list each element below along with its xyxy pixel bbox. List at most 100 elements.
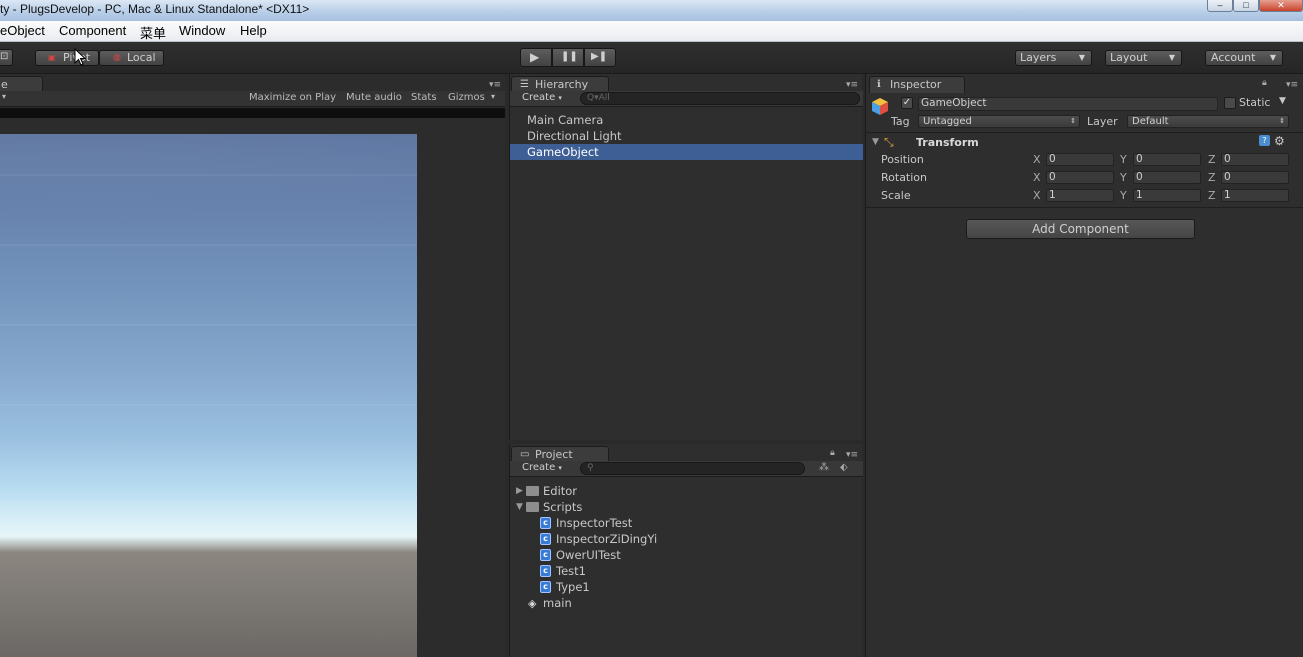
hierarchy-create-dropdown[interactable]: Create ▾ [522, 92, 562, 103]
local-icon: ◍ [113, 53, 121, 63]
layer-label: Layer [1087, 115, 1118, 128]
step-button[interactable]: ▶❚ [584, 48, 616, 67]
step-icon: ▶❚ [591, 51, 608, 62]
axis-z-label: Z [1208, 153, 1216, 166]
tag-value: Untagged [923, 116, 972, 127]
filter-by-label-icon[interactable]: ⬖ [840, 462, 848, 473]
project-create-bar: Create ▾ ⚲ ⁂ ⬖ [510, 461, 863, 477]
position-z-field[interactable]: 0 [1221, 153, 1289, 166]
layers-dropdown[interactable]: Layers ▼ [1015, 50, 1092, 66]
rotation-y-field[interactable]: 0 [1133, 171, 1201, 184]
hierarchy-item-selected[interactable]: GameObject [510, 144, 863, 160]
unity-scene-icon: ◈ [528, 597, 537, 610]
lock-icon[interactable]: 🔒︎ [830, 448, 835, 458]
project-script-item[interactable]: c Type1 [540, 579, 740, 595]
inspector-tab-strip: ℹ Inspector 🔒︎ ▾≡ [866, 74, 1303, 93]
axis-y-label: Y [1120, 171, 1127, 184]
scale-y-field[interactable]: 1 [1133, 189, 1201, 202]
project-folder-editor[interactable]: ▶ Editor [516, 483, 716, 499]
axis-x-label: X [1033, 189, 1041, 202]
expand-arrow-icon[interactable]: ▶ [516, 483, 523, 499]
active-checkbox[interactable]: ✓ [901, 97, 913, 109]
panel-menu-icon[interactable]: ▾≡ [846, 450, 858, 460]
mute-audio-toggle[interactable]: Mute audio [346, 92, 402, 103]
inspector-panel: ℹ Inspector 🔒︎ ▾≡ ✓ GameObject Static ▼ … [865, 74, 1303, 657]
scale-z-field[interactable]: 1 [1221, 189, 1289, 202]
local-toggle[interactable]: ◍ Local [99, 50, 164, 66]
pivot-toggle[interactable]: ▣ Pivot [35, 50, 99, 66]
pause-button[interactable]: ❚❚ [552, 48, 584, 67]
game-render-viewport[interactable] [0, 134, 417, 657]
layers-label: Layers [1020, 51, 1057, 64]
project-item-label: Type1 [556, 580, 590, 594]
window-title: ty - PlugsDevelop - PC, Mac & Linux Stan… [0, 2, 310, 16]
panel-menu-icon[interactable]: ▾≡ [1286, 80, 1298, 90]
maximize-button[interactable]: □ [1233, 0, 1259, 12]
rotation-x-field[interactable]: 0 [1046, 171, 1114, 184]
tag-dropdown[interactable]: Untagged ⇕ [918, 115, 1080, 128]
add-component-button[interactable]: Add Component [966, 219, 1195, 239]
chevron-down-icon[interactable]: ▼ [1279, 96, 1286, 106]
collapse-arrow-icon[interactable]: ▼ [516, 499, 523, 515]
project-tab-strip: ▭ Project 🔒︎ ▾≡ [510, 444, 863, 463]
close-button[interactable]: ✕ [1259, 0, 1303, 12]
create-label: Create [522, 462, 556, 473]
scale-x-field[interactable]: 1 [1046, 189, 1114, 202]
tab-inspector[interactable]: ℹ Inspector [869, 76, 965, 93]
transform-title: Transform [916, 136, 979, 149]
panel-menu-icon[interactable]: ▾≡ [489, 80, 501, 90]
collapse-arrow-icon[interactable]: ▼ [872, 137, 879, 147]
gear-icon[interactable]: ⚙ [1274, 134, 1285, 148]
gizmos-toggle[interactable]: Gizmos [448, 92, 485, 103]
menu-gameobject[interactable]: eObject [0, 23, 45, 38]
account-dropdown[interactable]: Account ▼ [1205, 50, 1283, 66]
help-icon[interactable]: ? [1259, 135, 1270, 146]
hierarchy-item[interactable]: Directional Light [510, 128, 863, 144]
lock-icon[interactable]: 🔒︎ [1262, 78, 1267, 88]
rotation-label: Rotation [881, 171, 928, 184]
project-scene-item[interactable]: ◈ main [528, 595, 728, 611]
object-name-field[interactable]: GameObject [918, 97, 1218, 111]
chevron-down-icon: ▼ [1078, 53, 1085, 62]
maximize-on-play-toggle[interactable]: Maximize on Play [249, 92, 336, 103]
rect-tool-button[interactable]: ⊡ [0, 49, 13, 66]
window-controls: – □ ✕ [1207, 0, 1303, 12]
menu-component[interactable]: Component [59, 23, 126, 38]
folder-icon [526, 486, 539, 496]
tag-label: Tag [891, 115, 910, 128]
project-create-dropdown[interactable]: Create ▾ [522, 462, 562, 473]
aspect-dropdown-arrow[interactable]: ▾ [2, 92, 6, 101]
project-script-item[interactable]: c InspectorTest [540, 515, 740, 531]
project-script-item[interactable]: c OwerUITest [540, 547, 740, 563]
play-button[interactable]: ▶ [520, 48, 552, 67]
axis-z-label: Z [1208, 171, 1216, 184]
layout-label: Layout [1110, 51, 1148, 64]
filter-by-type-icon[interactable]: ⁂ [819, 462, 829, 473]
project-script-item[interactable]: c Test1 [540, 563, 740, 579]
project-script-item[interactable]: c InspectorZiDingYi [540, 531, 740, 547]
scale-label: Scale [881, 189, 911, 202]
static-checkbox[interactable] [1224, 97, 1236, 109]
menu-help[interactable]: Help [240, 23, 267, 38]
hierarchy-item[interactable]: Main Camera [510, 112, 863, 128]
game-view-panel: e ▾≡ ▾ Maximize on Play Mute audio Stats… [0, 74, 505, 657]
position-x-field[interactable]: 0 [1046, 153, 1114, 166]
project-folder-scripts[interactable]: ▼ Scripts [516, 499, 716, 515]
layout-dropdown[interactable]: Layout ▼ [1105, 50, 1182, 66]
layer-dropdown[interactable]: Default ⇕ [1127, 115, 1289, 128]
menu-window[interactable]: Window [179, 23, 225, 38]
layer-value: Default [1132, 116, 1169, 127]
account-label: Account [1211, 51, 1256, 64]
pause-icon: ❚❚ [561, 51, 578, 62]
minimize-button[interactable]: – [1207, 0, 1233, 12]
chevron-down-icon[interactable]: ▾ [491, 92, 495, 101]
info-icon: ℹ [877, 79, 881, 90]
panel-menu-icon[interactable]: ▾≡ [846, 80, 858, 90]
hierarchy-search-input[interactable]: Q▾All [580, 92, 860, 105]
chevron-down-icon: ▼ [1168, 53, 1175, 62]
stats-toggle[interactable]: Stats [411, 92, 437, 103]
menu-custom[interactable]: 菜单 [140, 23, 166, 42]
project-search-input[interactable]: ⚲ [580, 462, 805, 475]
position-y-field[interactable]: 0 [1133, 153, 1201, 166]
rotation-z-field[interactable]: 0 [1221, 171, 1289, 184]
